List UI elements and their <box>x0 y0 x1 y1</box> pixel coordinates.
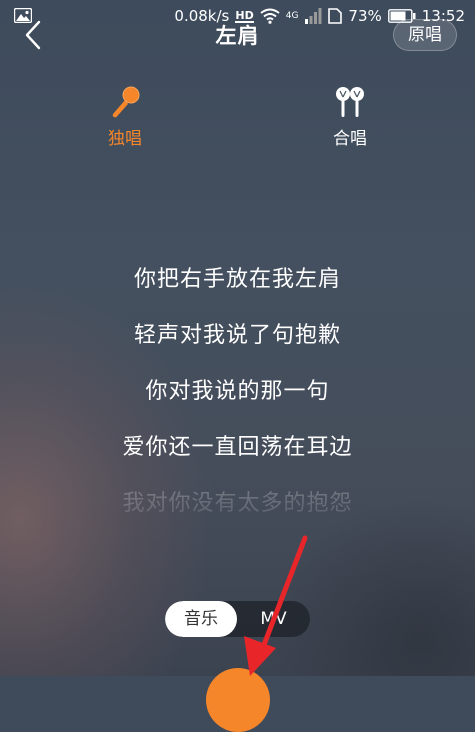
tab-solo-label: 独唱 <box>108 129 142 149</box>
tab-chorus[interactable]: 合唱 <box>310 84 390 149</box>
tab-solo[interactable]: 独唱 <box>85 84 165 149</box>
music-mv-toggle: 音乐 MV <box>165 601 310 637</box>
lyric-line: 轻声对我说了句抱歉 <box>133 323 341 348</box>
lyric-line: 爱你还一直回荡在耳边 <box>122 435 353 460</box>
music-option[interactable]: 音乐 <box>165 601 237 637</box>
lyrics-panel: 你把右手放在我左肩 轻声对我说了句抱歉 你对我说的那一句 爱你还一直回荡在耳边 … <box>0 258 475 538</box>
mv-option[interactable]: MV <box>237 601 310 637</box>
record-button[interactable] <box>206 668 270 732</box>
lyric-line: 你把右手放在我左肩 <box>133 267 341 292</box>
lyric-line-fading: 我对你没有太多的抱怨 <box>122 491 353 516</box>
tab-chorus-label: 合唱 <box>333 129 367 149</box>
microphone-icon <box>112 86 140 118</box>
original-vocal-button[interactable]: 原唱 <box>393 19 457 51</box>
duet-microphones-icon <box>336 87 364 117</box>
lyric-line: 你对我说的那一句 <box>145 379 330 404</box>
